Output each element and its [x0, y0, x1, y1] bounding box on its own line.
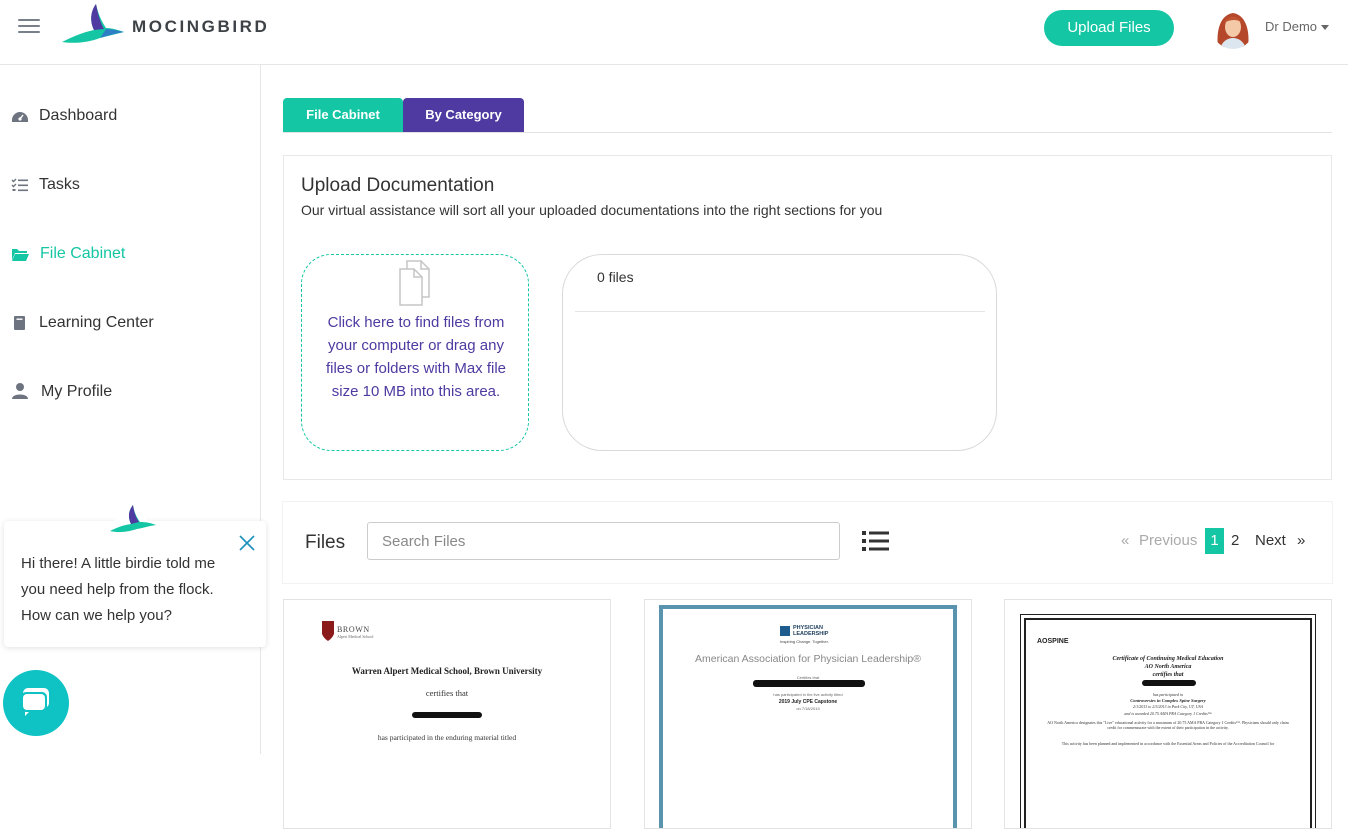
cert-line: certifies that	[425, 688, 469, 698]
sidebar-item-tasks[interactable]: Tasks	[0, 165, 261, 205]
uploaded-files-box: 0 files	[562, 254, 997, 451]
tab-file-cabinet[interactable]: File Cabinet	[283, 98, 403, 132]
user-avatar[interactable]	[1212, 7, 1254, 49]
dashboard-icon	[12, 112, 28, 122]
top-bar: MOCINGBIRD Upload Files Dr Demo	[0, 0, 1348, 65]
pagination-next-icon[interactable]: »	[1297, 529, 1305, 553]
user-name[interactable]: Dr Demo	[1265, 19, 1317, 34]
hamburger-menu-icon[interactable]	[18, 19, 40, 37]
upload-files-button[interactable]: Upload Files	[1044, 10, 1174, 46]
divider	[575, 311, 985, 312]
aospine-logo-text: AOSPINE	[1037, 638, 1069, 645]
sidebar: Dashboard Tasks File Cabinet Learning Ce…	[0, 65, 261, 754]
cert-line: has participated in	[1152, 692, 1184, 697]
cert-credit: and is awarded 20.75 AMA PRA Category 1 …	[1124, 711, 1212, 716]
chat-launcher-button[interactable]	[3, 670, 69, 736]
list-view-icon[interactable]	[862, 530, 889, 552]
brand-name: MOCINGBIRD	[132, 17, 270, 36]
sidebar-item-label: Learning Center	[39, 314, 154, 331]
tab-by-category[interactable]: By Category	[403, 98, 524, 132]
user-dropdown-caret-icon[interactable]	[1321, 25, 1329, 30]
cert-body: This activity has been planned and imple…	[1061, 741, 1275, 746]
file-dropzone[interactable]: Click here to find files from your compu…	[301, 254, 529, 451]
dropzone-text: Click here to find files from your compu…	[325, 314, 507, 400]
chat-bubble-icon	[21, 688, 49, 716]
chat-popup: Hi there! A little birdie told me you ne…	[4, 521, 266, 647]
aapl-logo-text: PHYSICIAN LEADERSHIP	[793, 625, 829, 637]
pagination-page-2[interactable]: 2	[1231, 529, 1239, 553]
sidebar-item-learning-center[interactable]: Learning Center	[0, 303, 261, 343]
sidebar-item-label: File Cabinet	[40, 245, 126, 262]
pagination-previous[interactable]: Previous	[1139, 529, 1197, 553]
pagination-next[interactable]: Next	[1255, 529, 1286, 553]
files-toolbar: Files « Previous 1 2 Next »	[283, 502, 1332, 583]
cert-line: certifies that	[1152, 672, 1184, 678]
file-card-aapl[interactable]: PHYSICIAN LEADERSHIP Inspiring Change. T…	[644, 599, 972, 829]
aapl-logo-icon	[780, 626, 790, 636]
brown-shield-icon	[322, 621, 334, 641]
file-card-aospine[interactable]: AOSPINE Certificate of Continuing Medica…	[1004, 599, 1332, 829]
sidebar-item-my-profile[interactable]: My Profile	[0, 372, 261, 412]
upload-title: Upload Documentation	[301, 175, 495, 196]
tasks-icon	[11, 178, 28, 192]
cert-course: Controversies in Complex Spine Surgery	[1130, 698, 1206, 703]
pagination-page-1[interactable]: 1	[1205, 528, 1224, 554]
sidebar-item-label: Tasks	[39, 176, 80, 193]
chat-message: Hi there! A little birdie told me you ne…	[21, 555, 216, 624]
brown-logo-text: BROWN	[337, 625, 370, 634]
redacted-name	[753, 680, 865, 687]
files-heading: Files	[305, 532, 346, 553]
cert-institution: Warren Alpert Medical School, Brown Univ…	[351, 666, 543, 676]
file-count: 0 files	[597, 269, 634, 285]
sidebar-item-file-cabinet[interactable]: File Cabinet	[0, 234, 261, 274]
mocingbird-chat-icon	[110, 505, 156, 535]
redacted-name	[1142, 680, 1196, 686]
cert-dates: 2/1/2013 to 2/3/2013 in Park City, UT, U…	[1132, 704, 1204, 709]
user-icon	[12, 383, 28, 399]
tab-bar: File Cabinet By Category	[283, 98, 1332, 133]
cert-course: 2019 July CPE Capstone	[778, 699, 838, 705]
cert-body: AO North America designates this "Live" …	[1047, 720, 1289, 730]
cert-organization: American Association for Physician Leade…	[694, 653, 922, 665]
search-files-input[interactable]	[367, 522, 840, 560]
sidebar-item-label: My Profile	[41, 383, 113, 400]
cert-title: Certificate of Continuing Medical Educat…	[1112, 656, 1224, 662]
cert-line: has participated in the live activity ti…	[773, 692, 843, 697]
cert-line: has participated in the enduring materia…	[377, 733, 517, 742]
main-content: File Cabinet By Category Upload Document…	[261, 65, 1348, 829]
book-icon	[14, 316, 25, 330]
aapl-tagline: Inspiring Change. Together.	[780, 639, 829, 644]
brown-logo-sub: Alpert Medical School	[337, 634, 374, 639]
pagination-prev-icon[interactable]: «	[1121, 529, 1129, 553]
upload-documentation-card: Upload Documentation Our virtual assista…	[283, 155, 1332, 480]
upload-subtitle: Our virtual assistance will sort all you…	[301, 202, 883, 218]
file-card-brown[interactable]: BROWN Alpert Medical School Warren Alper…	[283, 599, 611, 829]
cert-title: AO North America	[1144, 664, 1192, 670]
mocingbird-logo[interactable]	[60, 2, 124, 46]
cert-date: on 7/18/2019	[796, 706, 820, 711]
folder-icon	[12, 249, 29, 261]
documents-icon	[399, 260, 430, 306]
sidebar-item-label: Dashboard	[39, 107, 118, 124]
redacted-name	[412, 712, 482, 718]
sidebar-item-dashboard[interactable]: Dashboard	[0, 96, 261, 136]
close-icon[interactable]	[238, 534, 256, 552]
